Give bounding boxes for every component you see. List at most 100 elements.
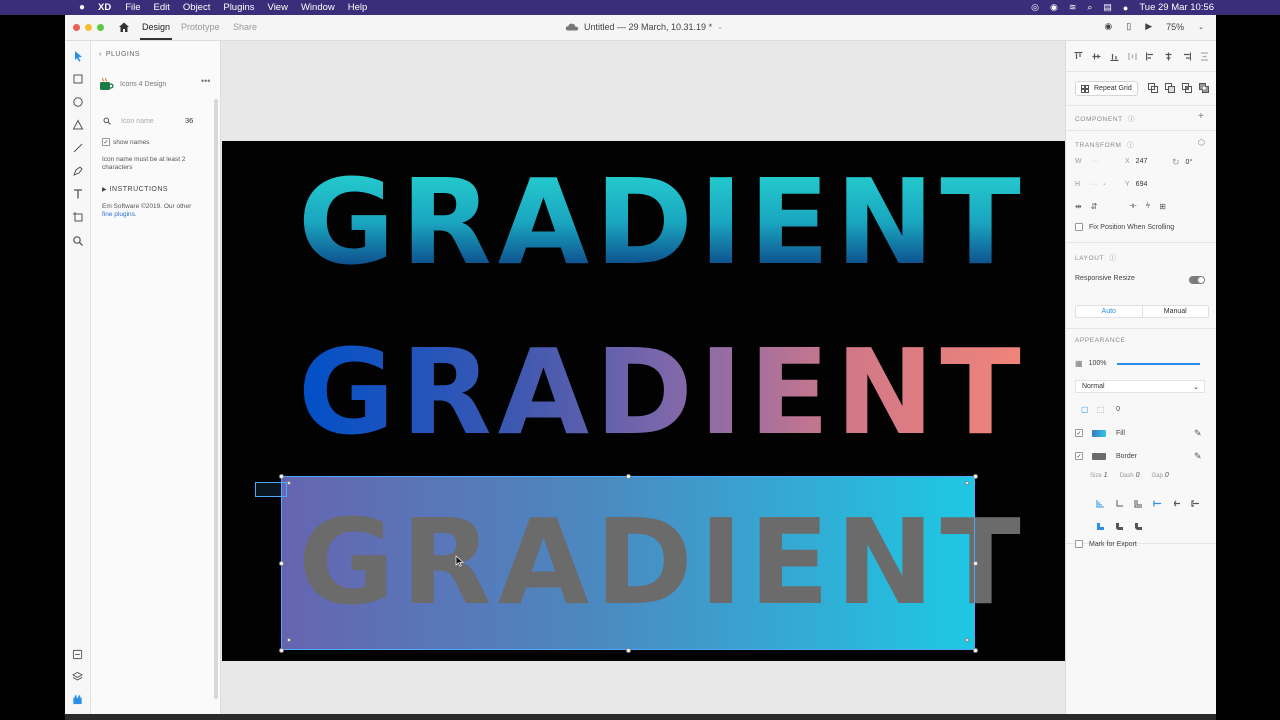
minimize-window-button[interactable]: [85, 24, 92, 31]
record-icon[interactable]: ◉: [1050, 2, 1058, 13]
resize-handle-top-right[interactable]: [973, 474, 978, 479]
flip-horizontal-icon[interactable]: ⇹: [1075, 202, 1082, 211]
plugin-panel-scrollbar[interactable]: [214, 99, 218, 699]
mark-for-export-checkbox[interactable]: Mark for Export: [1075, 540, 1137, 548]
opacity-value[interactable]: 100%: [1089, 360, 1107, 367]
border-size-field[interactable]: Size 1: [1090, 472, 1108, 479]
repeat-grid-button[interactable]: Repeat Grid: [1075, 81, 1138, 96]
3d-transform-icon[interactable]: ⬡: [1198, 138, 1205, 147]
corner-radius-handle[interactable]: [965, 481, 969, 485]
menu-window[interactable]: Window: [301, 2, 335, 13]
canvas[interactable]: GRADIENT GRADIENT GRADIENT: [221, 41, 1065, 714]
y-value[interactable]: 694: [1136, 181, 1148, 188]
width-field[interactable]: W ···: [1075, 158, 1099, 165]
eyedropper-icon[interactable]: ✎: [1194, 428, 1202, 439]
menu-clock[interactable]: Tue 29 Mar 10:56: [1139, 2, 1214, 13]
maximize-window-button[interactable]: [97, 24, 104, 31]
line-tool-icon[interactable]: [72, 142, 84, 154]
apple-icon[interactable]: ●: [76, 2, 88, 13]
text-tool-icon[interactable]: [72, 188, 84, 200]
uniform-radius-icon[interactable]: ▢: [1081, 405, 1089, 414]
info-icon[interactable]: ⓘ: [1109, 255, 1116, 262]
height-field[interactable]: H ··· ▪: [1075, 181, 1105, 188]
join-bevel-icon[interactable]: [1134, 522, 1143, 531]
play-icon[interactable]: ▶: [1145, 21, 1152, 32]
align-right-icon[interactable]: [1182, 52, 1191, 61]
manual-option[interactable]: Manual: [1141, 306, 1209, 317]
add-component-icon[interactable]: +: [1198, 111, 1204, 122]
chevron-down-icon[interactable]: ⌄: [1198, 23, 1204, 31]
gradient-text-blue-coral[interactable]: GRADIENT: [298, 333, 1027, 451]
info-icon[interactable]: ⓘ: [1127, 142, 1134, 149]
corner-radius-value[interactable]: 0: [1116, 406, 1120, 413]
cap-butt-icon[interactable]: [1153, 499, 1162, 508]
menu-help[interactable]: Help: [348, 2, 368, 13]
user-icon[interactable]: ◉: [1104, 21, 1112, 32]
stroke-outer-icon[interactable]: [1134, 499, 1143, 508]
intersect-shapes-icon[interactable]: [1182, 83, 1192, 93]
close-window-button[interactable]: [73, 24, 80, 31]
menu-view[interactable]: View: [268, 2, 288, 13]
gradient-text-teal[interactable]: GRADIENT: [298, 163, 1027, 281]
polygon-tool-icon[interactable]: [72, 119, 84, 131]
distribute-vertical-spacing-icon[interactable]: ⫩: [1146, 201, 1151, 211]
align-middle-icon[interactable]: [1092, 52, 1101, 61]
menu-edit[interactable]: Edit: [154, 2, 170, 13]
blend-mode-select[interactable]: Normal ⌄: [1075, 380, 1205, 393]
cap-round-icon[interactable]: [1172, 499, 1181, 508]
stroke-inner-icon[interactable]: [1096, 499, 1105, 508]
icon-search-input[interactable]: Icon name: [121, 118, 154, 125]
resize-handle-top-left[interactable]: [279, 474, 284, 479]
add-shapes-icon[interactable]: [1148, 83, 1158, 93]
menu-plugins[interactable]: Plugins: [223, 2, 254, 13]
artboard[interactable]: GRADIENT GRADIENT GRADIENT: [222, 141, 1065, 661]
info-icon[interactable]: ⓘ: [1128, 116, 1135, 123]
artboard-tool-icon[interactable]: [72, 211, 84, 223]
x-field[interactable]: X 247: [1125, 158, 1147, 165]
menu-file[interactable]: File: [125, 2, 140, 13]
distribute-horizontal-icon[interactable]: [1200, 52, 1209, 61]
creative-cloud-icon[interactable]: ◎: [1031, 2, 1039, 13]
zoom-value[interactable]: 75%: [1166, 22, 1184, 32]
join-miter-icon[interactable]: [1096, 522, 1105, 531]
border-gap-field[interactable]: Gap 0: [1152, 472, 1169, 479]
layers-panel-icon[interactable]: [72, 671, 83, 682]
fine-plugins-link[interactable]: fine plugins: [102, 211, 135, 218]
instructions-toggle[interactable]: ▶ INSTRUCTIONS: [102, 186, 168, 193]
corner-radius-handle[interactable]: [965, 638, 969, 642]
wifi-icon[interactable]: ≋: [1069, 2, 1077, 13]
siri-icon[interactable]: ●: [1123, 3, 1128, 13]
icon-search[interactable]: Icon name: [103, 115, 198, 127]
flip-vertical-icon[interactable]: ⇵: [1091, 202, 1098, 211]
subtract-shapes-icon[interactable]: [1165, 83, 1175, 93]
resize-handle-bottom[interactable]: [626, 648, 631, 653]
tab-share[interactable]: Share: [233, 22, 257, 32]
resize-handle-right[interactable]: [973, 561, 978, 566]
checkbox-unchecked-icon[interactable]: [1075, 223, 1083, 231]
gap-value[interactable]: 0: [1165, 472, 1169, 479]
search-icon[interactable]: ⌕: [1087, 2, 1092, 13]
assets-panel-icon[interactable]: [72, 649, 83, 660]
lock-aspect-icon[interactable]: ▪: [1103, 182, 1105, 188]
distribute-horizontal-spacing-icon[interactable]: ⟛: [1129, 201, 1136, 211]
resize-handle-bottom-left[interactable]: [279, 648, 284, 653]
size-value[interactable]: 1: [1104, 472, 1108, 479]
opacity-slider[interactable]: [1117, 363, 1200, 365]
document-title[interactable]: Untitled — 29 March, 10.31.19 * ⌄: [565, 22, 723, 32]
snap-icon[interactable]: ⊞: [1159, 202, 1166, 211]
exclude-overlap-icon[interactable]: [1199, 83, 1209, 93]
border-swatch[interactable]: [1092, 452, 1106, 460]
plugins-back-button[interactable]: ‹ PLUGINS: [99, 51, 140, 58]
dash-value[interactable]: 0: [1136, 472, 1140, 479]
checkbox-checked-icon[interactable]: ✓: [102, 138, 110, 146]
home-icon[interactable]: [118, 21, 130, 33]
responsive-resize-toggle[interactable]: [1189, 276, 1205, 284]
border-dash-field[interactable]: Dash 0: [1120, 472, 1140, 479]
rectangle-tool-icon[interactable]: [72, 73, 84, 85]
fill-checkbox[interactable]: ✓: [1075, 429, 1083, 437]
auto-option[interactable]: Auto: [1076, 306, 1142, 317]
more-options-icon[interactable]: •••: [201, 76, 210, 86]
x-value[interactable]: 247: [1136, 158, 1148, 165]
resize-handle-bottom-right[interactable]: [973, 648, 978, 653]
show-names-checkbox[interactable]: ✓ show names: [102, 138, 150, 146]
